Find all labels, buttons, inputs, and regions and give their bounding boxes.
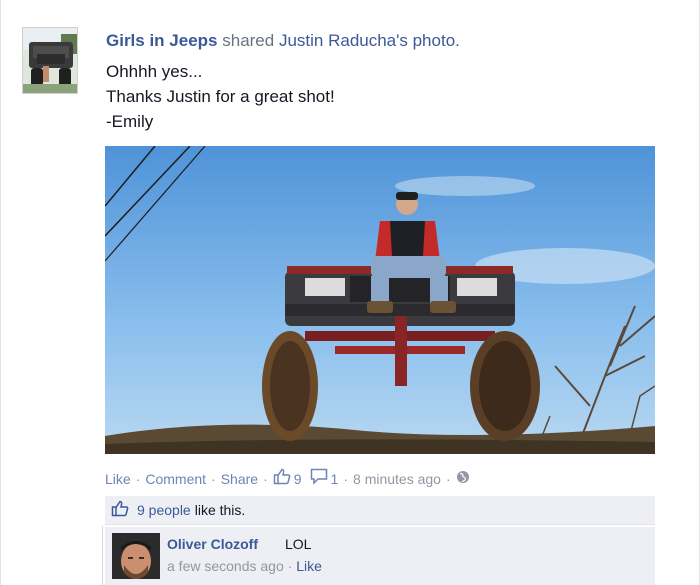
- share-link[interactable]: Share: [221, 470, 258, 488]
- separator-dot: ·: [287, 558, 297, 574]
- commenter-name-link[interactable]: Oliver Clozoff: [167, 536, 258, 552]
- comment-like-link[interactable]: Like: [296, 558, 322, 574]
- thumbs-up-icon[interactable]: [273, 468, 291, 489]
- message-line: Ohhhh yes...: [106, 62, 203, 81]
- shared-source-link[interactable]: Justin Raducha's photo.: [279, 31, 460, 50]
- post-timestamp[interactable]: 8 minutes ago: [353, 470, 441, 488]
- post-message: Ohhhh yes... Thanks Justin for a great s…: [106, 59, 335, 134]
- commenter-avatar[interactable]: [112, 533, 160, 579]
- story-actions: Like · Comment · Share · 9 1 · 8 minutes…: [105, 468, 470, 489]
- comment-bubble-icon[interactable]: [310, 468, 328, 489]
- likes-text: like this.: [194, 502, 246, 518]
- like-link[interactable]: Like: [105, 470, 131, 488]
- comment-count[interactable]: 1: [331, 470, 339, 488]
- separator-dot: ·: [263, 470, 268, 487]
- post-photo[interactable]: [105, 146, 655, 454]
- message-line: -Emily: [106, 112, 154, 131]
- separator-dot: ·: [343, 470, 349, 487]
- comment-text: LOL: [285, 536, 312, 552]
- page-name-link[interactable]: Girls in Jeeps: [106, 31, 218, 50]
- comment-divider: [102, 526, 103, 585]
- likers-link[interactable]: 9 people: [137, 502, 191, 518]
- likes-summary: 9 people like this.: [105, 496, 655, 525]
- shared-word: shared: [222, 31, 275, 50]
- jeep-thumbnail-image: [23, 28, 77, 93]
- comment-meta: a few seconds ago · Like: [167, 558, 322, 574]
- globe-icon[interactable]: [456, 470, 470, 488]
- message-line: Thanks Justin for a great shot!: [106, 87, 335, 106]
- separator-dot: ·: [445, 470, 451, 487]
- page-avatar[interactable]: [22, 27, 78, 94]
- separator-dot: ·: [211, 470, 216, 487]
- comment: Oliver Clozoff LOL a few seconds ago · L…: [105, 527, 655, 585]
- story-header: Girls in Jeeps shared Justin Raducha's p…: [106, 30, 460, 52]
- commenter-photo: [112, 533, 160, 579]
- comment-link[interactable]: Comment: [145, 470, 206, 488]
- comment-timestamp[interactable]: a few seconds ago: [167, 558, 284, 574]
- thumbs-up-icon: [111, 500, 129, 520]
- like-count[interactable]: 9: [294, 470, 302, 488]
- separator-dot: ·: [135, 470, 141, 487]
- jeep-photo-image: [105, 146, 655, 454]
